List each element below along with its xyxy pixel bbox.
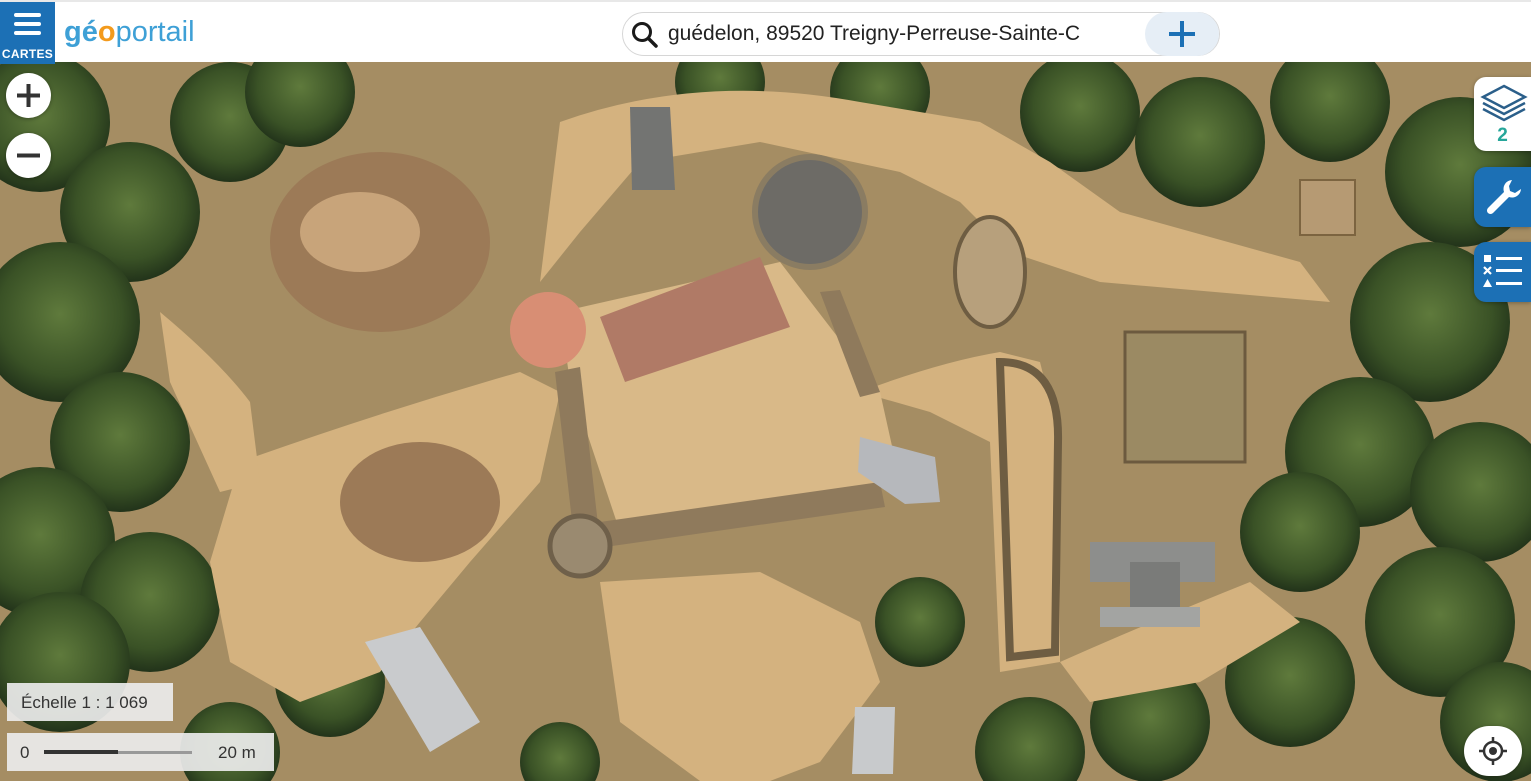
zoom-out-button[interactable] (6, 133, 51, 178)
tools-tab[interactable] (1474, 167, 1531, 227)
aerial-map[interactable] (0, 62, 1531, 781)
menu-button[interactable]: CARTES (0, 2, 55, 64)
zoom-in-icon (17, 84, 40, 107)
layers-icon (1480, 84, 1528, 122)
legend-list-icon (1483, 255, 1522, 287)
top-bar: CARTES géoportail (0, 0, 1531, 64)
legend-tab[interactable] (1474, 242, 1531, 302)
layers-count: 2 (1497, 125, 1508, 146)
menu-label: CARTES (1, 47, 54, 61)
scalebar-start: 0 (20, 743, 30, 762)
geoportail-logo[interactable]: géoportail (64, 14, 195, 50)
locate-button[interactable] (1464, 726, 1522, 776)
search-input[interactable] (668, 20, 1130, 48)
locate-icon (1479, 737, 1507, 765)
search-icon[interactable] (631, 21, 659, 49)
zoom-out-icon (17, 153, 40, 158)
wrench-icon (1486, 180, 1521, 215)
scalebar-end: 20 m (218, 743, 256, 762)
logo-part-o: o (97, 16, 116, 48)
scale-label: Échelle 1 : 1 069 (7, 683, 173, 721)
search-add-button[interactable] (1145, 12, 1219, 56)
search-bar (622, 12, 1220, 56)
layers-tab[interactable]: 2 (1474, 77, 1531, 151)
plus-icon (1169, 21, 1195, 47)
zoom-in-button[interactable] (6, 73, 51, 118)
logo-part-portail: portail (115, 16, 195, 48)
logo-part-ge: gé (64, 16, 98, 48)
aerial-imagery (0, 62, 1531, 781)
scalebar-segment (44, 750, 118, 754)
menu-icon (14, 13, 41, 35)
scale-bar: 0 20 m (7, 733, 274, 771)
